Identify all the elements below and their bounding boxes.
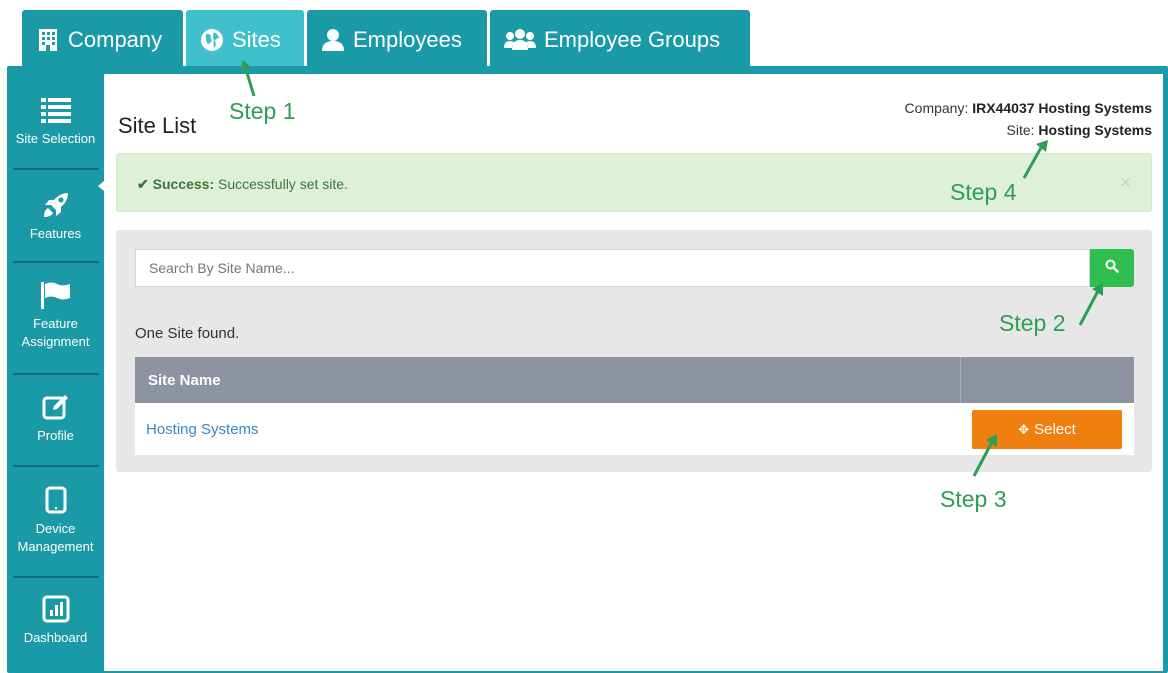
select-button-label: Select <box>1034 421 1076 438</box>
tab-company-label: Company <box>68 27 163 52</box>
globe-icon <box>200 28 224 52</box>
sidebar-item-device-management-text: Device Management <box>17 521 94 554</box>
site-name-link[interactable]: Hosting Systems <box>146 421 259 438</box>
sidebar-item-device-management[interactable]: Device Management <box>7 484 104 556</box>
tab-sites-label: Sites <box>232 27 281 52</box>
alert-text: Successfully set site. <box>218 176 348 192</box>
company-label: Company: <box>904 100 969 116</box>
list-icon <box>7 94 104 126</box>
sidebar-divider <box>13 465 99 467</box>
page-title: Site List <box>118 113 197 138</box>
company-value: IRX44037 Hosting Systems <box>972 100 1152 116</box>
result-count: One Site found. <box>135 325 240 342</box>
bar-chart-icon <box>7 593 104 625</box>
tab-company[interactable]: Company <box>22 10 183 70</box>
sidebar-item-feature-assignment[interactable]: Feature Assignment <box>7 279 104 351</box>
user-icon <box>321 28 345 52</box>
sidebar-item-dashboard[interactable]: Dashboard <box>7 593 104 647</box>
site-value: Hosting Systems <box>1038 122 1152 138</box>
sidebar-divider <box>13 373 99 375</box>
alert-message: ✔ Success: Successfully set site. <box>137 176 348 193</box>
step4-annotation: Step 4 <box>950 179 1017 205</box>
tab-employee-groups[interactable]: Employee Groups <box>490 10 750 70</box>
sidebar-item-feature-assignment-text: Feature Assignment <box>21 316 90 349</box>
step3-annotation: Step 3 <box>940 486 1007 512</box>
tablet-icon <box>7 484 104 516</box>
check-icon: ✔ <box>137 176 149 192</box>
sidebar-divider <box>13 576 99 578</box>
tab-employees-label: Employees <box>353 27 462 52</box>
search-icon <box>1105 259 1119 278</box>
sidebar-item-features[interactable]: Features <box>7 189 104 243</box>
sidebar-item-label: Dashboard <box>23 630 88 645</box>
building-icon <box>36 28 60 52</box>
crosshair-icon: ✥ <box>1018 421 1030 437</box>
column-header-site-name: Site Name <box>148 372 221 389</box>
step2-annotation: Step 2 <box>999 310 1066 336</box>
sidebar-item-profile[interactable]: Profile <box>7 391 104 445</box>
tab-employee-groups-label: Employee Groups <box>544 27 721 52</box>
tab-employees[interactable]: Employees <box>307 10 487 70</box>
step2-arrow <box>1078 283 1103 326</box>
sidebar-item-label: Profile <box>37 428 74 443</box>
main-tabs: Company Sites Employees Employee Groups <box>22 10 750 70</box>
alert-strong: Success: <box>152 176 215 192</box>
step4-arrow <box>1022 140 1048 179</box>
sidebar-item-label: Device Management <box>7 520 104 556</box>
sidebar: Site Selection Features Feature Assignme… <box>7 66 110 673</box>
sidebar-item-site-selection[interactable]: Site Selection <box>7 94 104 148</box>
step1-annotation: Step 1 <box>229 98 296 124</box>
company-line: Company: IRX44037 Hosting Systems <box>905 97 1152 119</box>
search-input[interactable] <box>135 249 1090 287</box>
flag-icon <box>7 279 104 311</box>
step3-arrow <box>972 434 997 477</box>
rocket-icon <box>7 189 104 221</box>
users-icon <box>504 28 536 52</box>
company-info: Company: IRX44037 Hosting Systems Site: … <box>905 97 1152 141</box>
sidebar-divider <box>13 261 99 263</box>
site-label: Site: <box>1006 122 1035 138</box>
sidebar-divider <box>13 168 99 170</box>
sidebar-item-label: Feature Assignment <box>7 315 104 351</box>
table-header: Site Name <box>135 357 1134 403</box>
step1-arrow <box>240 60 256 97</box>
close-icon[interactable]: × <box>1119 172 1131 195</box>
sidebar-item-label: Features <box>29 226 82 241</box>
sidebar-item-label: Site Selection <box>15 131 96 146</box>
column-divider <box>960 357 961 403</box>
edit-icon <box>7 391 104 423</box>
